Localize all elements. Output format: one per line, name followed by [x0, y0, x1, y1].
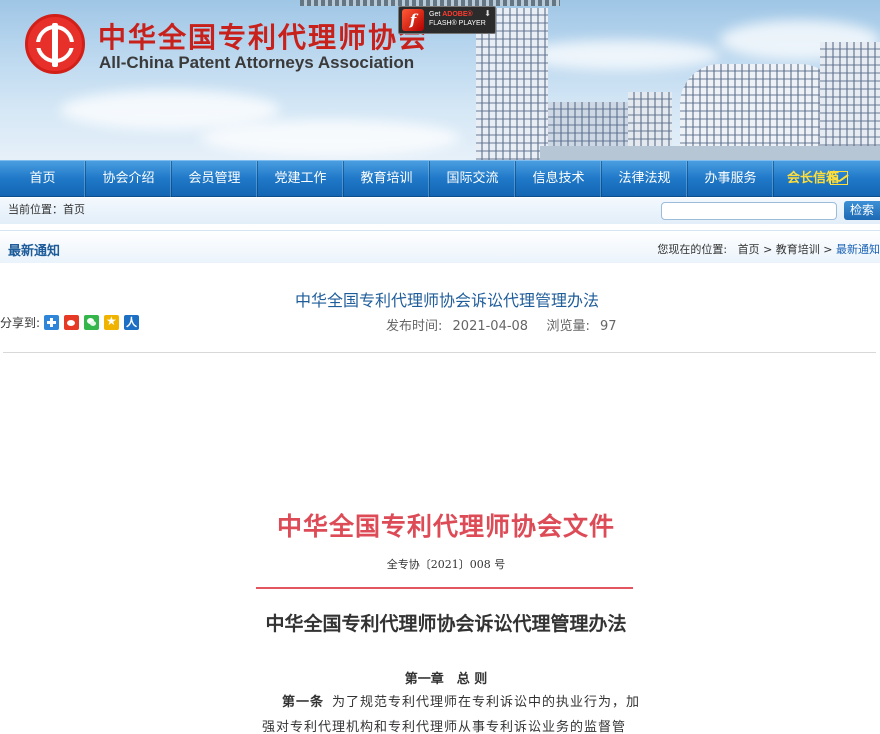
section-header: 最新通知 您现在的位置: 首页 > 教育培训 > 最新通知	[0, 230, 880, 263]
flash-icon: f	[402, 9, 424, 31]
article-meta: 发布时间: 2021-04-08 浏览量: 97	[386, 315, 623, 334]
views-label: 浏览量:	[546, 319, 590, 334]
association-logo[interactable]	[25, 14, 85, 74]
flash-badge-text: Get ADOBE® FLASH® PLAYER	[429, 11, 486, 27]
section-title: 最新通知	[8, 244, 61, 259]
document-number: 全专协〔2021〕008 号	[386, 558, 506, 571]
main-nav: 首页 协会介绍 会员管理 党建工作 教育培训 国际交流 信息技术 法律法规 办事…	[0, 160, 880, 197]
share-label: 分享到:	[0, 316, 41, 330]
nav-item-about[interactable]: 协会介绍	[86, 161, 172, 197]
paragraph-line-2: 强对专利代理机构和专利代理师从事专利诉讼业务的监督管理，	[262, 720, 627, 734]
article-title: 中华全国专利代理师协会诉讼代理管理办法	[294, 291, 599, 310]
share-wechat-icon[interactable]	[84, 315, 100, 330]
document-red-rule	[256, 587, 633, 589]
views-count: 97	[600, 319, 617, 334]
breadcrumb-separator: >	[823, 243, 833, 256]
breadcrumb-education[interactable]: 教育培训	[776, 243, 820, 256]
cloud	[520, 40, 720, 70]
breadcrumb-home[interactable]: 首页	[738, 243, 760, 256]
document-chapter: 第一章 总 则	[404, 672, 488, 687]
nav-item-education[interactable]: 教育培训	[344, 161, 430, 197]
street	[540, 146, 880, 160]
share-bar: 分享到:	[0, 314, 144, 331]
nav-item-international[interactable]: 国际交流	[430, 161, 516, 197]
share-weibo-icon[interactable]	[64, 315, 80, 330]
nav-item-it[interactable]: 信息技术	[516, 161, 602, 197]
location-bar: 当前位置：首页 检索	[0, 198, 880, 224]
share-renren-icon[interactable]	[124, 315, 140, 330]
nav-item-services[interactable]: 办事服务	[688, 161, 774, 197]
article-divider	[3, 352, 876, 353]
publish-date: 2021-04-08	[452, 319, 529, 334]
share-qzone-icon[interactable]	[104, 314, 120, 330]
document-title: 中华全国专利代理师协会诉讼代理管理办法	[265, 613, 627, 635]
breadcrumb-separator: >	[763, 243, 773, 256]
share-more-icon[interactable]	[44, 315, 60, 330]
breadcrumb-prefix: 您现在的位置:	[657, 243, 728, 256]
header-banner: 中华全国专利代理师协会 All-China Patent Attorneys A…	[0, 0, 880, 160]
document-header: 中华全国专利代理师协会文件	[276, 512, 615, 541]
current-location: 当前位置：首页	[8, 203, 85, 216]
nav-item-party[interactable]: 党建工作	[258, 161, 344, 197]
site-name-cn: 中华全国专利代理师协会	[98, 21, 429, 54]
nav-item-members[interactable]: 会员管理	[172, 161, 258, 197]
search-button[interactable]: 检索	[844, 201, 880, 220]
article-number: 第一条	[282, 695, 325, 710]
building	[820, 42, 880, 160]
breadcrumb: 您现在的位置: 首页 > 教育培训 > 最新通知	[657, 241, 880, 257]
cloud	[200, 120, 460, 156]
site-name-en: All-China Patent Attorneys Association	[99, 53, 415, 72]
download-arrow-icon: ⬇	[484, 9, 491, 18]
mail-icon	[830, 171, 848, 185]
document-paragraph: 第一条 为了规范专利代理师在专利诉讼中的执业行为，加 强对专利代理机构和专利代理师…	[262, 690, 642, 734]
nav-item-home[interactable]: 首页	[0, 161, 86, 197]
paragraph-line-1: 为了规范专利代理师在专利诉讼中的执业行为，加	[332, 695, 641, 710]
nav-item-law[interactable]: 法律法规	[602, 161, 688, 197]
breadcrumb-latest-notice[interactable]: 最新通知	[836, 243, 880, 256]
search-input[interactable]	[661, 202, 837, 220]
get-flash-player-badge[interactable]: f Get ADOBE® FLASH® PLAYER ⬇	[398, 6, 496, 34]
nav-item-president-mailbox[interactable]: 会长信箱	[774, 161, 865, 197]
publish-label: 发布时间:	[386, 319, 443, 334]
